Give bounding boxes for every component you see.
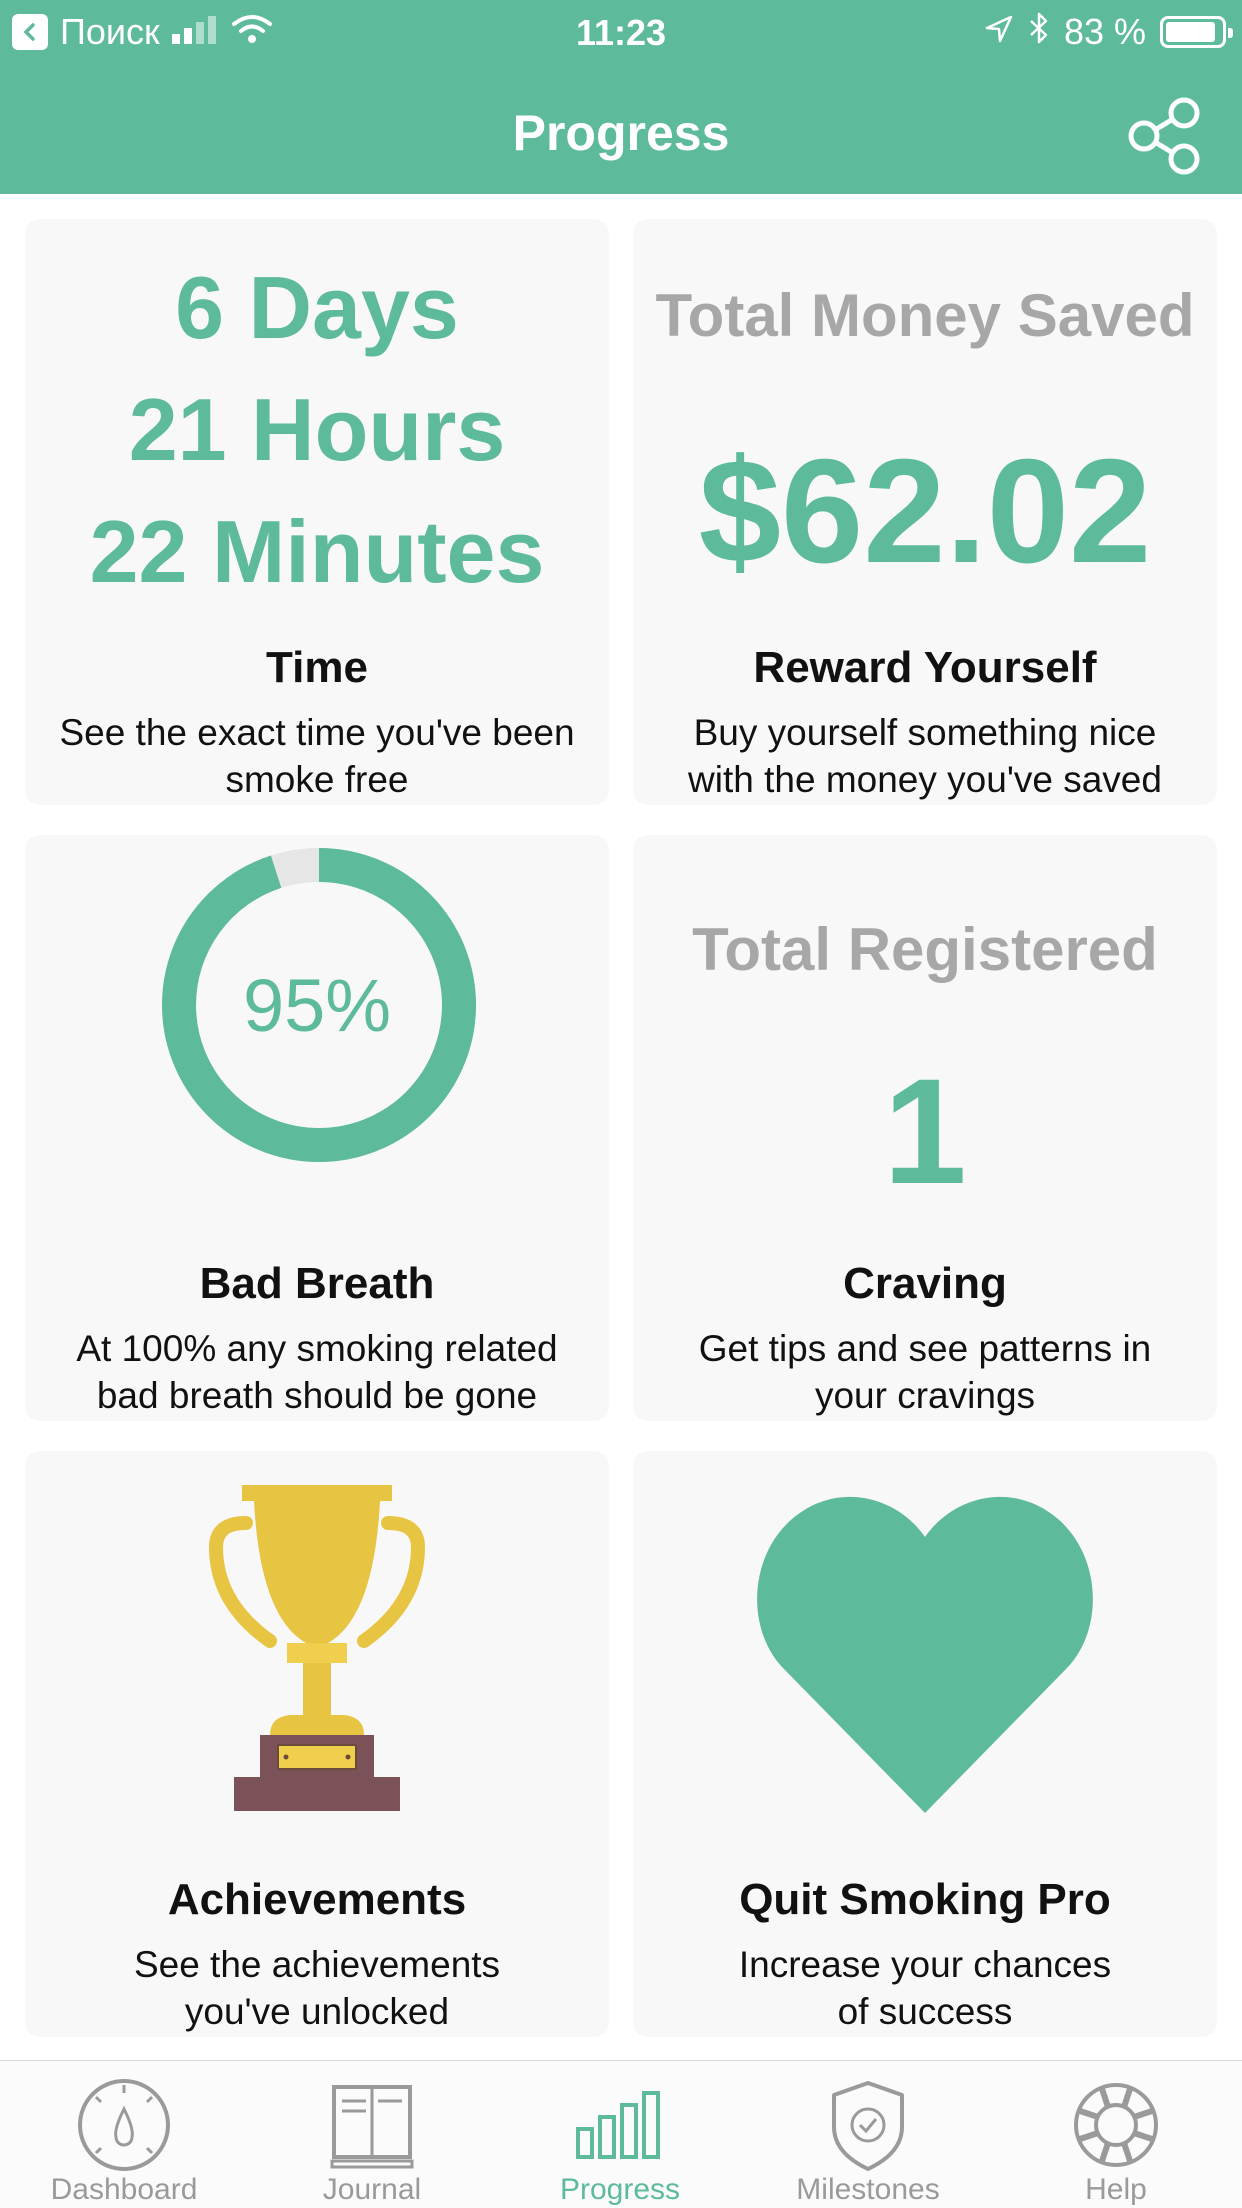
- card-title: Achievements: [167, 1875, 467, 1924]
- craving-card[interactable]: Total Registered 1 Craving Get tips and …: [633, 835, 1217, 1421]
- card-description-line: Increase your chances: [738, 1944, 1112, 1985]
- card-description: See the exact time you've been smoke fre…: [35, 709, 599, 803]
- tab-label: Journal: [322, 2173, 422, 2206]
- tab-journal[interactable]: Journal: [248, 2061, 496, 2208]
- tab-bar: Dashboard Journal Progress Milestones He…: [0, 2060, 1242, 2208]
- status-bar: Поиск 11:23 83 %: [0, 0, 1242, 62]
- money-card[interactable]: Total Money Saved $62.02 Reward Yourself…: [633, 219, 1217, 805]
- tab-label: Milestones: [796, 2173, 940, 2206]
- heart-icon: [757, 1496, 1093, 1813]
- battery-percent: 83 %: [1063, 11, 1146, 52]
- bad-breath-card[interactable]: 95% Bad Breath At 100% any smoking relat…: [25, 835, 609, 1421]
- nav-header: Поиск 11:23 83 % Progress: [0, 0, 1242, 194]
- tab-dashboard[interactable]: Dashboard: [0, 2061, 248, 2208]
- card-title: Time: [266, 643, 368, 692]
- card-description: Get tips and see patterns in your cravin…: [643, 1325, 1207, 1419]
- card-description-line: with the money you've saved: [688, 759, 1162, 800]
- share-icon: [1128, 97, 1200, 175]
- smoke-free-duration: 6 Days 21 Hours 22 Minutes: [25, 247, 609, 613]
- tab-help[interactable]: Help: [992, 2061, 1240, 2208]
- card-description-line: smoke free: [225, 759, 409, 800]
- tab-label: Progress: [559, 2173, 681, 2206]
- craving-count: 1: [883, 1047, 967, 1215]
- card-description: At 100% any smoking related bad breath s…: [35, 1325, 599, 1419]
- card-description-line: At 100% any smoking related: [76, 1328, 558, 1369]
- hours-value: 21 Hours: [128, 380, 506, 479]
- journal-icon: [330, 2085, 414, 2169]
- status-right: 83 %: [984, 10, 1233, 54]
- card-description: Buy yourself something nice with the mon…: [643, 709, 1207, 803]
- battery-icon: [1160, 16, 1233, 48]
- tab-milestones[interactable]: Milestones: [744, 2061, 992, 2208]
- location-icon: [984, 11, 1014, 53]
- tab-label: Dashboard: [50, 2173, 198, 2206]
- card-description-line: your cravings: [814, 1375, 1036, 1416]
- card-description-line: See the achievements: [133, 1944, 501, 1985]
- card-description-line: See the exact time you've been: [59, 712, 575, 753]
- tab-label: Help: [1085, 2173, 1147, 2206]
- card-description-line: Get tips and see patterns in: [698, 1328, 1152, 1369]
- achievements-card[interactable]: Achievements See the achievements you've…: [25, 1451, 609, 2037]
- card-title: Reward Yourself: [753, 643, 1097, 692]
- milestones-icon: [832, 2081, 904, 2171]
- card-description-line: you've unlocked: [184, 1991, 450, 2032]
- card-title: Bad Breath: [199, 1259, 435, 1308]
- time-card[interactable]: 6 Days 21 Hours 22 Minutes Time See the …: [25, 219, 609, 805]
- card-description-line: of success: [837, 1991, 1013, 2032]
- bad-breath-percent: 95%: [242, 964, 392, 1047]
- days-value: 6 Days: [175, 258, 459, 357]
- money-saved-value: $62.02: [698, 429, 1152, 594]
- card-description: See the achievements you've unlocked: [35, 1941, 599, 2035]
- page-title: Progress: [512, 105, 730, 161]
- money-heading: Total Money Saved: [655, 282, 1195, 349]
- help-icon: [1074, 2083, 1158, 2167]
- pro-card[interactable]: Quit Smoking Pro Increase your chances o…: [633, 1451, 1217, 2037]
- dashboard-icon: [78, 2079, 170, 2171]
- card-title: Quit Smoking Pro: [739, 1875, 1111, 1924]
- card-description-line: Buy yourself something nice: [693, 712, 1157, 753]
- card-description: Increase your chances of success: [643, 1941, 1207, 2035]
- progress-icon: [576, 2091, 660, 2159]
- trophy-icon: [208, 1485, 426, 1811]
- bluetooth-icon: [1028, 11, 1050, 54]
- share-button[interactable]: [1126, 96, 1206, 176]
- craving-heading: Total Registered: [692, 916, 1158, 983]
- card-title: Craving: [843, 1259, 1007, 1308]
- card-description-line: bad breath should be gone: [96, 1375, 538, 1416]
- minutes-value: 22 Minutes: [89, 502, 545, 601]
- tab-progress[interactable]: Progress: [496, 2061, 744, 2208]
